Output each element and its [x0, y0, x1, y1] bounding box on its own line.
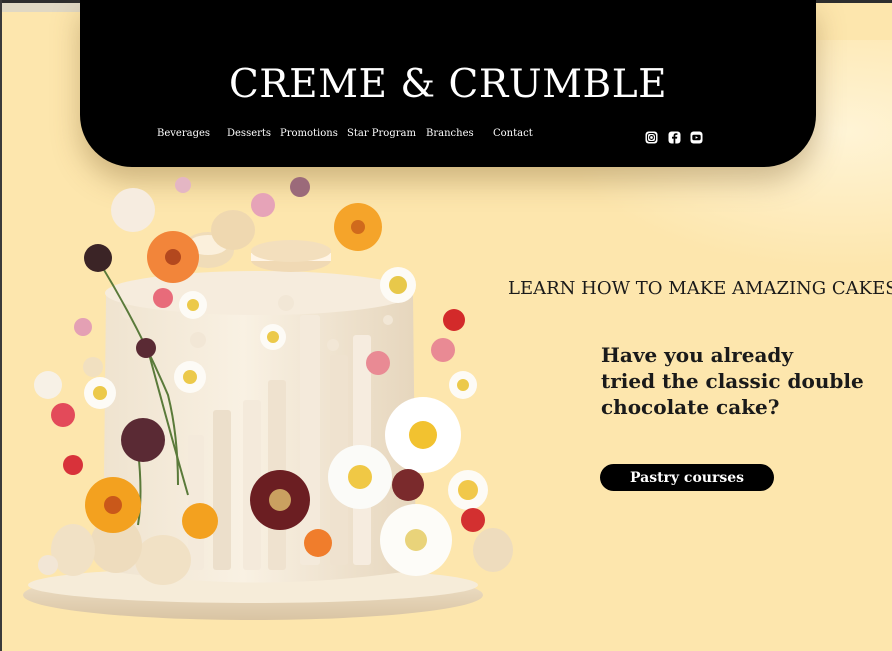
- facebook-icon[interactable]: [668, 131, 681, 144]
- youtube-icon[interactable]: [690, 131, 703, 144]
- window-top-strip: [0, 3, 80, 12]
- window-left-border: [0, 0, 2, 651]
- daisy-large: [385, 397, 461, 473]
- hero-headline: LEARN HOW TO MAKE AMAZING CAKES: [508, 278, 892, 299]
- nav-branches[interactable]: Branches: [426, 128, 474, 139]
- brand-title: CREME & CRUMBLE: [228, 62, 668, 107]
- instagram-icon[interactable]: [645, 131, 658, 144]
- question-line-3: chocolate cake?: [601, 395, 780, 419]
- nav-beverages[interactable]: Beverages: [157, 128, 210, 139]
- question-line-1: Have you already: [601, 343, 794, 367]
- cake-image: [23, 177, 513, 620]
- question-line-2: tried the classic double: [601, 369, 864, 393]
- hero-question: Have you already tried the classic doubl…: [601, 342, 871, 420]
- nav-promotions[interactable]: Promotions: [280, 128, 338, 139]
- pastry-courses-button[interactable]: Pastry courses: [600, 464, 774, 491]
- nav-desserts[interactable]: Desserts: [227, 128, 271, 139]
- nav-contact[interactable]: Contact: [493, 128, 533, 139]
- nav-star-program[interactable]: Star Program: [347, 128, 416, 139]
- site-header: CREME & CRUMBLE Beverages Desserts Promo…: [80, 0, 816, 167]
